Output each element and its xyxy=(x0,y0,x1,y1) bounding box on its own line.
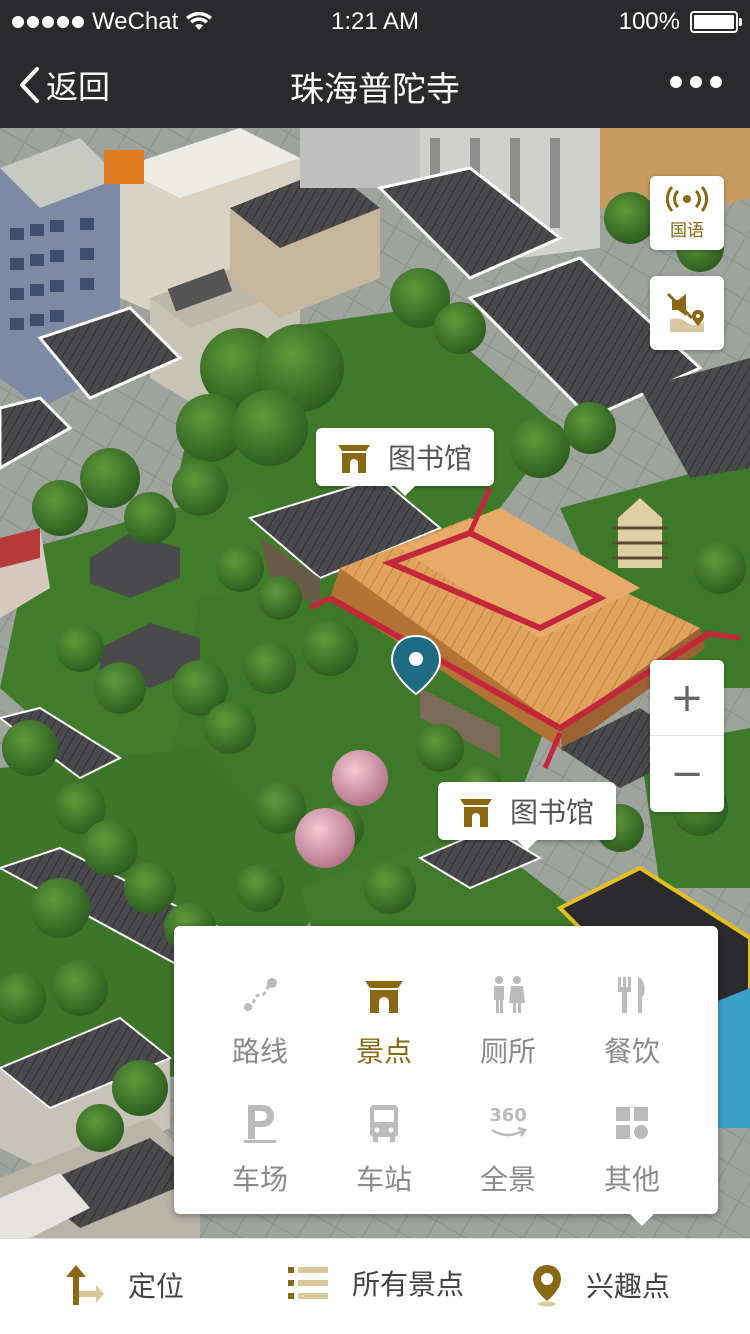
category-label: 厕所 xyxy=(479,1035,536,1068)
zoom-control: + − xyxy=(650,660,724,812)
locate-label: 定位 xyxy=(128,1270,185,1303)
category-dining[interactable]: 餐饮 xyxy=(570,962,694,1082)
category-label: 全景 xyxy=(479,1163,536,1196)
battery-icon xyxy=(690,11,742,33)
map-label-library-2[interactable]: 图书馆 xyxy=(438,782,617,850)
points-of-interest-button[interactable]: 兴趣点 xyxy=(530,1263,670,1307)
nav-bar: 返回 珠海普陀寺 xyxy=(0,40,750,128)
toilet-icon xyxy=(494,976,525,1013)
category-attractions[interactable]: 景点 xyxy=(322,962,446,1082)
dining-icon xyxy=(618,977,645,1013)
category-panel: 路线 景点 厕所 餐饮 车场 车站 360 全景 其他 xyxy=(174,926,718,1226)
all-attractions-label: 所有景点 xyxy=(352,1268,465,1301)
temple-icon xyxy=(460,799,492,827)
parking-icon xyxy=(244,1105,276,1143)
points-of-interest-label: 兴趣点 xyxy=(586,1270,671,1303)
grid-icon xyxy=(616,1107,648,1139)
locate-button[interactable]: 定位 xyxy=(62,1263,184,1307)
temple-icon xyxy=(365,981,403,1013)
category-label: 车场 xyxy=(231,1163,288,1196)
category-other[interactable]: 其他 xyxy=(570,1090,694,1210)
map-view[interactable]: 图书馆 图书馆 国语 + − 路线 景点 厕所 餐饮 车场 车站 360 全景 … xyxy=(0,128,750,1238)
audio-guide-label: 国语 xyxy=(670,220,704,241)
category-label: 车站 xyxy=(355,1163,412,1196)
temple-icon xyxy=(338,445,370,473)
mute-map-icon xyxy=(666,292,704,332)
category-toilet[interactable]: 厕所 xyxy=(446,962,570,1082)
bus-icon xyxy=(370,1105,398,1142)
category-label: 路线 xyxy=(231,1035,288,1068)
bottom-toolbar: 定位 所有景点 兴趣点 xyxy=(0,1238,750,1334)
panorama-360-icon: 360 xyxy=(489,1105,527,1126)
map-pin-icon xyxy=(533,1265,561,1307)
panorama-arrow-icon xyxy=(491,1126,527,1137)
category-label: 餐饮 xyxy=(603,1035,660,1068)
route-icon xyxy=(244,978,277,1011)
audio-guide-button[interactable]: 国语 xyxy=(650,176,724,250)
category-route[interactable]: 路线 xyxy=(198,962,322,1082)
list-icon xyxy=(288,1267,328,1299)
turn-arrow-icon xyxy=(66,1265,104,1305)
broadcast-icon xyxy=(665,185,709,212)
mute-map-button[interactable] xyxy=(650,276,724,350)
battery-percent: 100% xyxy=(618,8,680,35)
category-label: 景点 xyxy=(355,1035,412,1068)
more-button[interactable] xyxy=(670,76,722,88)
category-bus-station[interactable]: 车站 xyxy=(322,1090,446,1210)
map-label-text: 图书馆 xyxy=(510,796,595,829)
page-title: 珠海普陀寺 xyxy=(290,70,460,110)
category-label: 其他 xyxy=(603,1163,660,1196)
category-panorama[interactable]: 360 全景 xyxy=(446,1090,570,1210)
status-bar: WeChat 1:21 AM 100% xyxy=(0,0,750,40)
all-attractions-button[interactable]: 所有景点 xyxy=(286,1263,464,1303)
zoom-in-button[interactable]: + xyxy=(650,660,724,736)
map-label-text: 图书馆 xyxy=(388,442,473,475)
status-right: 100% xyxy=(618,8,742,36)
map-label-library-1[interactable]: 图书馆 xyxy=(316,428,495,496)
category-parking[interactable]: 车场 xyxy=(198,1090,322,1210)
zoom-out-button[interactable]: − xyxy=(650,736,724,812)
